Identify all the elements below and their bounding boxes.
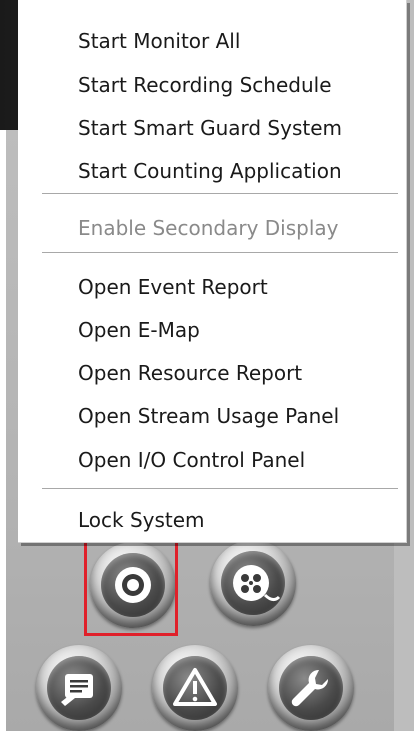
context-menu: Start Monitor All Start Recording Schedu… — [18, 0, 407, 543]
menu-item-start-smart-guard-system[interactable]: Start Smart Guard System — [78, 114, 342, 142]
menu-item-open-io-control-panel[interactable]: Open I/O Control Panel — [78, 446, 305, 474]
menu-item-open-event-report[interactable]: Open Event Report — [78, 273, 268, 301]
menu-item-lock-system[interactable]: Lock System — [78, 506, 205, 534]
record-button-highlight — [84, 538, 178, 636]
film-reel-icon — [233, 565, 281, 602]
log-viewer-icon — [61, 674, 93, 706]
menu-separator — [42, 193, 398, 195]
settings-button[interactable] — [268, 645, 354, 731]
menu-item-open-e-map[interactable]: Open E-Map — [78, 316, 200, 344]
playback-button[interactable] — [210, 540, 296, 626]
menu-item-open-resource-report[interactable]: Open Resource Report — [78, 359, 302, 387]
alarm-button[interactable] — [152, 645, 238, 731]
menu-separator — [42, 488, 398, 490]
log-viewer-button[interactable] — [36, 645, 122, 731]
warning-triangle-icon — [173, 668, 217, 706]
wrench-icon — [291, 669, 329, 707]
menu-item-start-monitor-all[interactable]: Start Monitor All — [78, 27, 240, 55]
menu-item-start-recording-schedule[interactable]: Start Recording Schedule — [78, 71, 332, 99]
screenshot-stage: Start Monitor All Start Recording Schedu… — [0, 0, 414, 731]
menu-item-enable-secondary-display: Enable Secondary Display — [78, 216, 339, 240]
menu-item-start-counting-application[interactable]: Start Counting Application — [78, 157, 342, 185]
menu-item-open-stream-usage-panel[interactable]: Open Stream Usage Panel — [78, 402, 339, 430]
menu-separator — [42, 252, 398, 254]
